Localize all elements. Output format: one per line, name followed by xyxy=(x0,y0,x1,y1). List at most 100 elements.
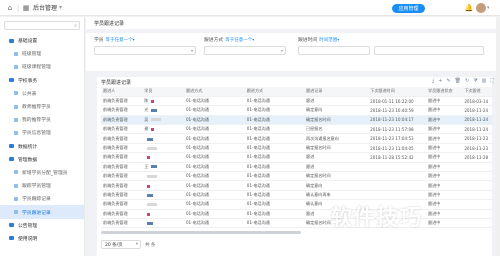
column-header[interactable]: 学员 xyxy=(142,87,184,97)
home-icon[interactable]: ⌂ xyxy=(6,4,14,12)
chevron-down-icon[interactable]: ▾ xyxy=(487,5,490,11)
method-filter-box[interactable]: ▾ xyxy=(204,46,286,56)
table-row[interactable]: 前端负责管理 01-电话沟通 01-电话沟通 确认意向 跟进中 xyxy=(101,199,492,210)
sidebar-item[interactable]: 基础设置 xyxy=(0,34,84,47)
column-header[interactable]: 跟进记录 xyxy=(303,87,369,97)
table-cell xyxy=(142,133,184,144)
filter-operator-select[interactable]: 时间范围 xyxy=(319,37,337,43)
column-header[interactable]: 下次跟进 xyxy=(462,87,492,97)
cell-text: 01-电话沟通 xyxy=(185,182,209,188)
bell-icon[interactable]: 🔔 xyxy=(465,4,474,12)
search-input[interactable] xyxy=(7,23,67,28)
table-row[interactable]: 前端负责管理 光 01-电话沟通 01-电话沟通 确定意向 2018-11-23 16:4… xyxy=(101,105,492,116)
sidebar-item[interactable]: 教师推荐学员 xyxy=(0,100,84,113)
sidebar-item[interactable]: 我的推荐学员 xyxy=(0,113,84,126)
table-cell xyxy=(142,171,184,182)
sidebar-item[interactable]: 班级管理 xyxy=(0,47,84,60)
sidebar-item-label: 使用说明 xyxy=(18,236,38,242)
table-cell: 前端负责管理 xyxy=(101,218,143,229)
columns-icon[interactable]: ▥ xyxy=(482,78,487,84)
vertical-scrollbar[interactable] xyxy=(496,17,500,256)
filter-icon[interactable]: ⧩ xyxy=(473,78,477,84)
table-cell xyxy=(142,218,184,229)
table-row[interactable]: 前端负责管理 王 01-电话沟通 01-电话沟通 跟进 跟进中 xyxy=(101,162,492,173)
sidebar-item[interactable]: 新增学员分配_管理员 xyxy=(0,166,84,179)
table-row[interactable]: 前端负责管理 01-电话沟通 01-电话沟通 再次沟通报名意向 2018-11-23 1… xyxy=(101,133,492,144)
table-row[interactable]: 前端负责管理 01-电话沟通 01-电话沟通 确认意向再来 跟进中 xyxy=(101,190,492,201)
delete-icon[interactable]: 🗑 xyxy=(455,78,461,84)
column-header[interactable]: 学员跟进状态 xyxy=(425,87,463,97)
table-cell: 01-电话沟通 xyxy=(244,143,304,154)
page-icon xyxy=(14,183,18,188)
table-cell xyxy=(142,180,184,191)
sidebar-item[interactable]: 学员跟踪记录 xyxy=(0,192,84,205)
cell-text: 01-电话沟通 xyxy=(246,107,270,113)
page-icon xyxy=(14,104,18,109)
cell-text: 01-电话沟通 xyxy=(246,220,270,226)
avatar[interactable] xyxy=(476,3,486,13)
app-title[interactable]: 后台管理 ▾ xyxy=(33,3,62,12)
table-row[interactable]: 前端负责管理 01-电话沟通 01-电话沟通 确定报名时间 跟进中 xyxy=(101,218,492,229)
sidebar-item[interactable]: 学员信息管理 xyxy=(0,126,84,139)
table-row[interactable]: 前端负责管理 吴 01-电话沟通 01-电话沟通 确定报名时间 2018-11-23 10… xyxy=(101,115,492,126)
cell-text: 前端负责管理 xyxy=(103,220,128,226)
sidebar-item-label: 班级管理 xyxy=(22,52,42,58)
table-cell: 01-电话沟通 xyxy=(183,218,245,229)
table-cell: 2018-11-23 xyxy=(462,143,492,154)
app-manage-button[interactable]: 应用管理 xyxy=(392,4,425,13)
page-size-select[interactable]: 20 条/页 ▾ xyxy=(101,240,141,249)
refresh-icon[interactable]: ↻ xyxy=(465,78,469,84)
add-icon[interactable]: + xyxy=(438,78,442,84)
redacted-name xyxy=(147,175,158,179)
column-header[interactable]: 下次跟进时间 xyxy=(368,87,426,97)
sidebar-item[interactable]: 学员跟进记录 xyxy=(0,205,84,219)
folder-icon xyxy=(9,157,14,162)
table-row[interactable]: 前端负责管理 01-电话沟通 01-电话沟通 确定报名时间 2018-11-23 11:… xyxy=(101,143,492,154)
sidebar-item[interactable]: 学校事务 xyxy=(0,74,84,87)
sidebar-item[interactable]: 数据统计 xyxy=(0,140,84,153)
table-cell: 确定意向 xyxy=(303,180,369,191)
horizontal-scrollbar[interactable] xyxy=(101,231,301,234)
column-header[interactable]: 跟进方式 xyxy=(183,87,245,97)
table-cell: 01-电话沟通 xyxy=(244,209,304,219)
cell-text: 01-电话沟通 xyxy=(246,126,270,132)
time-filter-start[interactable] xyxy=(298,46,370,56)
cell-text: 01-电话沟通 xyxy=(246,182,270,188)
table-row[interactable]: 前端负责管理 谢 01-电话沟通 01-电话沟通 已经报名 2018-11-23 11:5… xyxy=(101,124,492,135)
student-filter-box[interactable]: ▾ xyxy=(94,46,196,56)
filter-operator-select[interactable]: 等于任意一个 xyxy=(225,37,252,43)
cell-text: 确定报名时间 xyxy=(305,220,331,226)
column-header[interactable]: 跟进方式 xyxy=(244,87,304,97)
cell-text: 01-电话沟通 xyxy=(246,201,270,207)
search-icon[interactable]: ⌕ xyxy=(74,23,77,29)
table-row[interactable]: 前端负责管理 01-电话沟通 01-电话沟通 跟进 跟进中 xyxy=(101,209,492,219)
sidebar-item[interactable]: 跟踪学员管理 xyxy=(0,179,84,192)
sidebar-item[interactable]: 公告管理 xyxy=(0,219,84,232)
table-cell: 光 xyxy=(142,105,184,116)
sidebar-item[interactable]: 班级课程管理 xyxy=(0,60,84,73)
cell-text: 前端负责管理 xyxy=(103,182,128,188)
table-cell: 陈 xyxy=(142,96,184,107)
edit-icon[interactable]: ✎ xyxy=(446,78,450,84)
sidebar-item[interactable]: 使用说明 xyxy=(0,232,84,245)
sidebar-item[interactable]: 公共表 xyxy=(0,87,84,100)
fullscreen-icon[interactable]: ⛶ xyxy=(490,78,494,84)
table-cell: 01-电话沟通 xyxy=(244,133,304,144)
filter-operator-select[interactable]: 等于任意一个 xyxy=(106,37,133,43)
table-cell: 01-电话沟通 xyxy=(183,105,245,116)
table-row[interactable]: 前端负责管理 陈 01-电话沟通 01-电话沟通 跟进 2018-01-11 16:22:… xyxy=(101,96,492,107)
table-cell xyxy=(462,180,492,191)
sidebar-item-label: 学员跟进记录 xyxy=(22,210,51,216)
sidebar-item[interactable]: 管理数据 xyxy=(0,153,84,166)
time-filter-end[interactable] xyxy=(374,46,484,56)
cell-text: 01-电话沟通 xyxy=(246,163,270,169)
table-cell: 跟进中 xyxy=(425,115,463,126)
column-header[interactable]: 跟进人 xyxy=(101,87,143,97)
table-row[interactable]: 前端负责管理 01-电话沟通 01-电话沟通 跟进 2018-11-28 15:52:4… xyxy=(101,152,492,163)
table-cell: 01-电话沟通 xyxy=(183,143,245,154)
download-icon[interactable]: ⤓ xyxy=(432,78,434,84)
table-row[interactable]: 前端负责管理 01-电话沟通 01-电话沟通 确定报名时间 跟进中 xyxy=(101,171,492,182)
app-grid-icon[interactable]: ▦ xyxy=(22,4,30,12)
table-row[interactable]: 前端负责管理 01-电话沟通 01-电话沟通 确定意向 跟进中 xyxy=(101,180,492,191)
table-cell: 前端负责管理 xyxy=(101,105,143,116)
